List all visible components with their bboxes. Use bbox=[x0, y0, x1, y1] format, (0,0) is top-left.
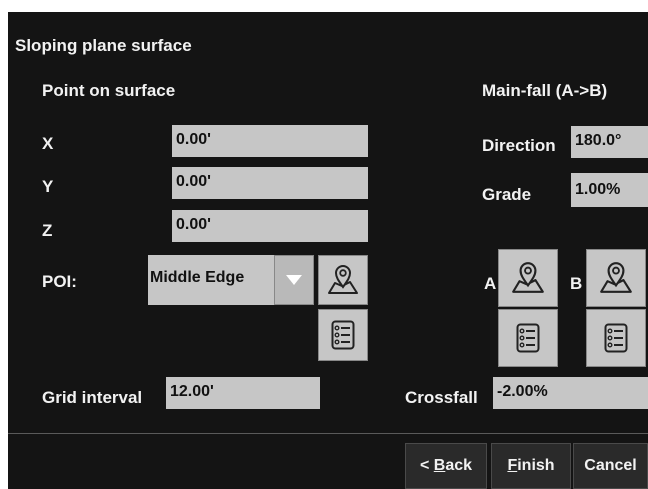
direction-field[interactable]: 180.0° bbox=[571, 126, 648, 158]
button-divider bbox=[8, 433, 648, 434]
back-button-rest: ack bbox=[445, 457, 473, 474]
x-field[interactable]: 0.00' bbox=[172, 125, 368, 157]
triangle-down-icon bbox=[286, 275, 302, 285]
point-a-label: A bbox=[484, 274, 497, 293]
list-icon bbox=[516, 323, 540, 353]
x-label: X bbox=[42, 134, 54, 153]
dialog-title: Sloping plane surface bbox=[15, 36, 192, 55]
grade-label: Grade bbox=[482, 185, 532, 204]
finish-button-rest: inish bbox=[517, 457, 555, 474]
poi-pick-button[interactable] bbox=[318, 255, 368, 305]
point-a-list-button[interactable] bbox=[498, 309, 558, 367]
point-a-pick-button[interactable] bbox=[498, 249, 558, 307]
direction-label: Direction bbox=[482, 136, 556, 155]
poi-dropdown-button[interactable] bbox=[274, 255, 314, 305]
poi-select[interactable]: Middle Edge bbox=[148, 255, 274, 305]
point-section-label: Point on surface bbox=[42, 81, 176, 100]
z-label: Z bbox=[42, 221, 53, 240]
grid-interval-field[interactable]: 12.00' bbox=[166, 377, 320, 409]
sloping-plane-dialog: Sloping plane surface Point on surface M… bbox=[8, 12, 648, 489]
poi-list-button[interactable] bbox=[318, 309, 368, 361]
crossfall-label: Crossfall bbox=[405, 388, 478, 407]
point-b-pick-button[interactable] bbox=[586, 249, 646, 307]
finish-button-mnemonic: F bbox=[507, 457, 518, 474]
map-pin-icon bbox=[512, 262, 544, 293]
grid-interval-label: Grid interval bbox=[42, 388, 143, 407]
crossfall-field[interactable]: -2.00% bbox=[493, 377, 648, 409]
map-pin-icon bbox=[600, 262, 632, 293]
point-b-label: B bbox=[570, 274, 583, 293]
grade-field[interactable]: 1.00% bbox=[571, 173, 648, 207]
cancel-button[interactable]: Cancel bbox=[573, 443, 648, 489]
poi-label: POI: bbox=[42, 272, 77, 291]
list-icon bbox=[331, 320, 355, 350]
y-field[interactable]: 0.00' bbox=[172, 167, 368, 199]
map-pin-icon bbox=[328, 265, 358, 294]
back-button-prefix: < bbox=[419, 457, 434, 474]
back-button[interactable]: < Back bbox=[405, 443, 487, 489]
z-field[interactable]: 0.00' bbox=[172, 210, 368, 242]
mainfall-section-label: Main-fall (A->B) bbox=[482, 81, 608, 100]
point-b-list-button[interactable] bbox=[586, 309, 646, 367]
y-label: Y bbox=[42, 177, 54, 196]
finish-button[interactable]: Finish bbox=[491, 443, 571, 489]
list-icon bbox=[604, 323, 628, 353]
back-button-mnemonic: B bbox=[433, 457, 446, 474]
